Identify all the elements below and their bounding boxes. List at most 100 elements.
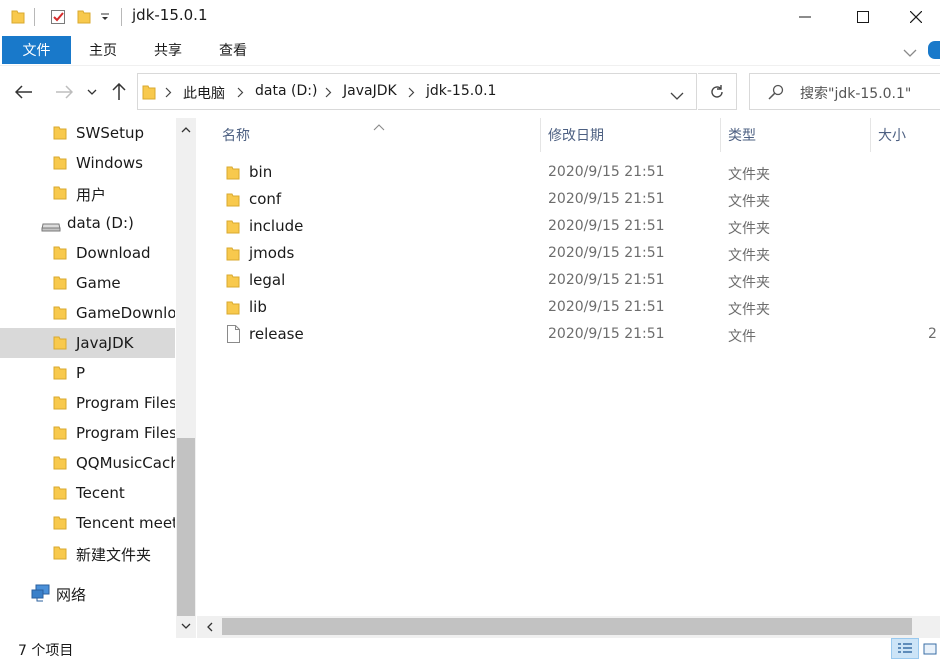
file-size: 2 <box>928 326 937 342</box>
properties-icon[interactable] <box>47 7 69 27</box>
nav-item[interactable]: P <box>0 358 175 388</box>
search-icon <box>768 84 784 104</box>
up-button[interactable] <box>107 80 131 104</box>
nav-item[interactable]: QQMusicCache <box>0 448 175 478</box>
nav-item[interactable]: Tecent <box>0 478 175 508</box>
nav-item-label: Program Files <box>76 424 175 442</box>
chevron-right-icon[interactable] <box>406 85 416 99</box>
folder-icon <box>226 246 240 266</box>
folder-icon <box>8 7 28 27</box>
forward-button[interactable] <box>52 80 76 104</box>
file-row[interactable]: conf 2020/9/15 21:51 文件夹 <box>197 186 940 213</box>
large-icons-view-button[interactable] <box>920 638 940 659</box>
nav-scrollbar-thumb[interactable] <box>177 438 195 616</box>
column-divider[interactable] <box>870 118 871 152</box>
file-date: 2020/9/15 21:51 <box>548 245 665 261</box>
back-button[interactable] <box>12 80 36 104</box>
folder-icon <box>53 485 67 505</box>
chevron-down-icon <box>87 89 97 95</box>
horizontal-scrollbar[interactable] <box>197 616 940 638</box>
scroll-left-icon[interactable] <box>202 620 216 634</box>
breadcrumb-data-drive[interactable]: data (D:) <box>255 83 317 99</box>
column-header-name[interactable]: 名称 <box>222 118 250 152</box>
nav-item[interactable]: JavaJDK <box>0 328 175 358</box>
folder-icon <box>53 425 67 445</box>
scroll-up-icon[interactable] <box>179 122 193 136</box>
nav-item[interactable]: Program Files <box>0 388 175 418</box>
nav-item[interactable]: GameDownload <box>0 298 175 328</box>
nav-item-label: 网络 <box>56 586 87 604</box>
file-name: jmods <box>249 244 295 262</box>
column-header-size[interactable]: 大小 <box>878 118 906 152</box>
folder-icon <box>53 455 67 475</box>
file-date: 2020/9/15 21:51 <box>548 272 665 288</box>
file-row[interactable]: include 2020/9/15 21:51 文件夹 <box>197 213 940 240</box>
nav-item-label: Download <box>76 244 151 262</box>
nav-item[interactable]: Game <box>0 268 175 298</box>
sort-ascending-icon <box>373 118 385 135</box>
folder-icon <box>53 155 67 175</box>
details-view-button[interactable] <box>891 638 919 659</box>
nav-item[interactable]: 网络 <box>0 578 175 608</box>
column-divider[interactable] <box>720 118 721 152</box>
new-folder-icon[interactable] <box>74 7 94 27</box>
breadcrumb-jdk[interactable]: jdk-15.0.1 <box>426 83 496 99</box>
folder-icon <box>53 395 67 415</box>
address-bar[interactable]: 此电脑 data (D:) JavaJDK jdk-15.0.1 <box>137 73 697 110</box>
nav-item[interactable]: Windows <box>0 148 175 178</box>
refresh-icon <box>711 84 723 98</box>
folder-icon <box>226 165 240 185</box>
column-header-date[interactable]: 修改日期 <box>548 118 604 152</box>
file-date: 2020/9/15 21:51 <box>548 164 665 180</box>
close-button[interactable] <box>892 0 940 34</box>
horizontal-scrollbar-thumb[interactable] <box>222 618 912 635</box>
file-name: release <box>249 325 304 343</box>
nav-item[interactable]: Tencent meeting <box>0 508 175 538</box>
nav-item-label: data (D:) <box>67 214 134 232</box>
nav-item[interactable]: Download <box>0 238 175 268</box>
maximize-button[interactable] <box>834 0 892 34</box>
recent-locations-button[interactable] <box>82 80 102 104</box>
file-type: 文件 <box>728 329 756 345</box>
file-row[interactable]: bin 2020/9/15 21:51 文件夹 <box>197 159 940 186</box>
nav-item[interactable]: 新建文件夹 <box>0 538 175 568</box>
nav-item[interactable]: SWSetup <box>0 118 175 148</box>
breadcrumb-this-pc[interactable]: 此电脑 <box>183 83 225 103</box>
chevron-right-icon[interactable] <box>235 85 245 99</box>
file-row[interactable]: legal 2020/9/15 21:51 文件夹 <box>197 267 940 294</box>
large-icons-view-icon <box>923 643 937 654</box>
file-row[interactable]: jmods 2020/9/15 21:51 文件夹 <box>197 240 940 267</box>
column-header-type[interactable]: 类型 <box>728 118 756 152</box>
minimize-button[interactable] <box>776 0 834 34</box>
file-row[interactable]: release 2020/9/15 21:51 文件 2 <box>197 321 940 348</box>
breadcrumb-javajdk[interactable]: JavaJDK <box>343 83 397 99</box>
details-view-icon <box>898 642 912 653</box>
file-date: 2020/9/15 21:51 <box>548 191 665 207</box>
network-icon <box>31 584 51 606</box>
help-icon[interactable] <box>928 41 940 59</box>
file-row[interactable]: lib 2020/9/15 21:51 文件夹 <box>197 294 940 321</box>
customize-toolbar-icon[interactable] <box>98 7 112 27</box>
drive-icon <box>41 217 61 236</box>
tab-share[interactable]: 共享 <box>140 36 196 64</box>
address-row: 此电脑 data (D:) JavaJDK jdk-15.0.1 搜索"jdk-… <box>0 66 940 118</box>
nav-item[interactable]: 用户 <box>0 178 175 208</box>
folder-icon <box>53 515 67 535</box>
nav-item[interactable]: data (D:) <box>0 208 175 238</box>
address-dropdown-icon[interactable] <box>670 86 684 105</box>
chevron-right-icon[interactable] <box>323 85 333 99</box>
file-type: 文件夹 <box>728 275 770 291</box>
tab-home[interactable]: 主页 <box>75 36 131 64</box>
column-divider[interactable] <box>540 118 541 152</box>
search-input[interactable]: 搜索"jdk-15.0.1" <box>749 73 940 110</box>
nav-item[interactable]: Program Files <box>0 418 175 448</box>
nav-scrollbar[interactable] <box>176 118 196 638</box>
scroll-down-icon[interactable] <box>179 619 193 633</box>
folder-icon <box>53 365 67 385</box>
tab-view[interactable]: 查看 <box>205 36 261 64</box>
tab-file[interactable]: 文件 <box>2 36 71 64</box>
expand-ribbon-icon[interactable] <box>903 43 917 62</box>
chevron-right-icon[interactable] <box>163 85 173 99</box>
refresh-button[interactable] <box>698 73 737 110</box>
up-arrow-icon <box>112 83 126 100</box>
